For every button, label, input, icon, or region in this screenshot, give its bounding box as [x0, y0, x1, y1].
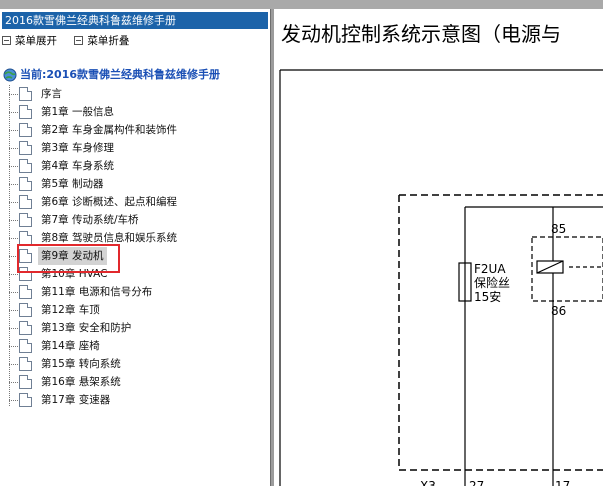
expand-icon	[2, 36, 11, 45]
tree-branch-line	[9, 328, 18, 329]
tree-item-label: 第16章 悬架系统	[41, 376, 121, 388]
globe-icon	[3, 68, 17, 82]
tree-branch-line	[9, 382, 18, 383]
tree-branch-line	[9, 364, 18, 365]
document-icon	[19, 177, 32, 191]
fuse-name-label: 保险丝	[474, 275, 510, 290]
top-border	[0, 0, 603, 9]
document-icon	[19, 393, 32, 407]
module-dashed-box	[398, 194, 603, 471]
tree-item-label: 序言	[41, 88, 62, 100]
wire-fuse-feed	[464, 206, 603, 486]
document-icon	[19, 321, 32, 335]
pin-17-label: 17	[555, 479, 570, 486]
tree-item[interactable]: 第4章 车身系统	[0, 157, 270, 175]
pin-27-label: 27	[469, 479, 484, 486]
tree-item-label: 第12章 车顶	[41, 304, 100, 316]
tree-branch-line	[9, 166, 18, 167]
document-icon	[19, 231, 32, 245]
tree-branch-line	[9, 292, 18, 293]
fuse-rating-label: 15安	[474, 289, 501, 304]
tree-branch-line	[9, 220, 18, 221]
tree-item-label: 第3章 车身修理	[41, 142, 115, 154]
tree-branch-line	[9, 346, 18, 347]
wiring-diagram: F2UA 保险丝 15安 85 86 X3 27 17	[279, 69, 603, 486]
document-icon	[19, 339, 32, 353]
tree-item[interactable]: 第11章 电源和信号分布	[0, 283, 270, 301]
relay-pin-86-label: 86	[551, 304, 566, 318]
tree-item[interactable]: 第14章 座椅	[0, 337, 270, 355]
tree-item[interactable]: 第3章 车身修理	[0, 139, 270, 157]
document-icon	[19, 285, 32, 299]
tree-branch-line	[9, 130, 18, 131]
tree-item[interactable]: 序言	[0, 85, 270, 103]
tree-item[interactable]: 第13章 安全和防护	[0, 319, 270, 337]
tree-item[interactable]: 第7章 传动系统/车桥	[0, 211, 270, 229]
document-icon	[19, 213, 32, 227]
tree-item[interactable]: 第15章 转向系统	[0, 355, 270, 373]
connector-label: X3	[420, 479, 436, 486]
tree-item[interactable]: 第5章 制动器	[0, 175, 270, 193]
tree-item-label: 第17章 变速器	[41, 394, 111, 406]
document-icon	[19, 357, 32, 371]
selection-highlight-box	[17, 244, 120, 273]
tree-branch-line	[9, 310, 18, 311]
tree-item[interactable]: 第17章 变速器	[0, 391, 270, 409]
document-icon	[19, 159, 32, 173]
document-icon	[19, 303, 32, 317]
document-icon	[19, 141, 32, 155]
tree-branch-line	[9, 94, 18, 95]
tree-item-label: 第15章 转向系统	[41, 358, 121, 370]
document-icon	[19, 195, 32, 209]
tree-item-label: 第4章 车身系统	[41, 160, 115, 172]
sidebar: 2016款雪佛兰经典科鲁兹维修手册 菜单展开 菜单折叠 当前:2016款雪佛兰经…	[0, 9, 270, 486]
document-icon	[19, 123, 32, 137]
document-icon	[19, 375, 32, 389]
tree-branch-line	[9, 184, 18, 185]
expand-menu-button[interactable]: 菜单展开	[2, 33, 57, 49]
tree-item-label: 第1章 一般信息	[41, 106, 115, 118]
tree-item[interactable]: 第6章 诊断概述、起点和编程	[0, 193, 270, 211]
document-icon	[19, 87, 32, 101]
fuse-code-label: F2UA	[474, 262, 506, 276]
document-icon	[19, 105, 32, 119]
menu-toolbar: 菜单展开 菜单折叠	[2, 33, 143, 49]
tree-item[interactable]: 第12章 车顶	[0, 301, 270, 319]
tree-root-label: 当前:2016款雪佛兰经典科鲁兹维修手册	[20, 68, 221, 81]
collapse-menu-button[interactable]: 菜单折叠	[74, 33, 129, 49]
collapse-menu-label: 菜单折叠	[87, 35, 130, 47]
tree-item-label: 第2章 车身金属构件和装饰件	[41, 124, 178, 136]
content-pane: 发动机控制系统示意图（电源与 F2UA 保险丝 15安 85 86 X3 27 …	[274, 9, 603, 486]
tree-item-label: 第6章 诊断概述、起点和编程	[41, 196, 178, 208]
collapse-icon	[74, 36, 84, 45]
tree-item-label: 第11章 电源和信号分布	[41, 286, 153, 298]
tree-item-label: 第14章 座椅	[41, 340, 100, 352]
tree-branch-line	[9, 274, 18, 275]
tree-item[interactable]: 第2章 车身金属构件和装饰件	[0, 121, 270, 139]
tree-branch-line	[9, 112, 18, 113]
sidebar-title: 2016款雪佛兰经典科鲁兹维修手册	[2, 12, 268, 29]
tree-branch-line	[9, 238, 18, 239]
tree-item[interactable]: 第16章 悬架系统	[0, 373, 270, 391]
expand-menu-label: 菜单展开	[15, 35, 57, 47]
tree-item-label: 第13章 安全和防护	[41, 322, 132, 334]
relay-pin-85-label: 85	[551, 222, 566, 236]
tree-item[interactable]: 第1章 一般信息	[0, 103, 270, 121]
tree-branch-line	[9, 202, 18, 203]
tree-item-label: 第5章 制动器	[41, 178, 104, 190]
tree-branch-line	[9, 400, 18, 401]
tree-item-label: 第7章 传动系统/车桥	[41, 214, 139, 226]
tree-branch-line	[9, 148, 18, 149]
